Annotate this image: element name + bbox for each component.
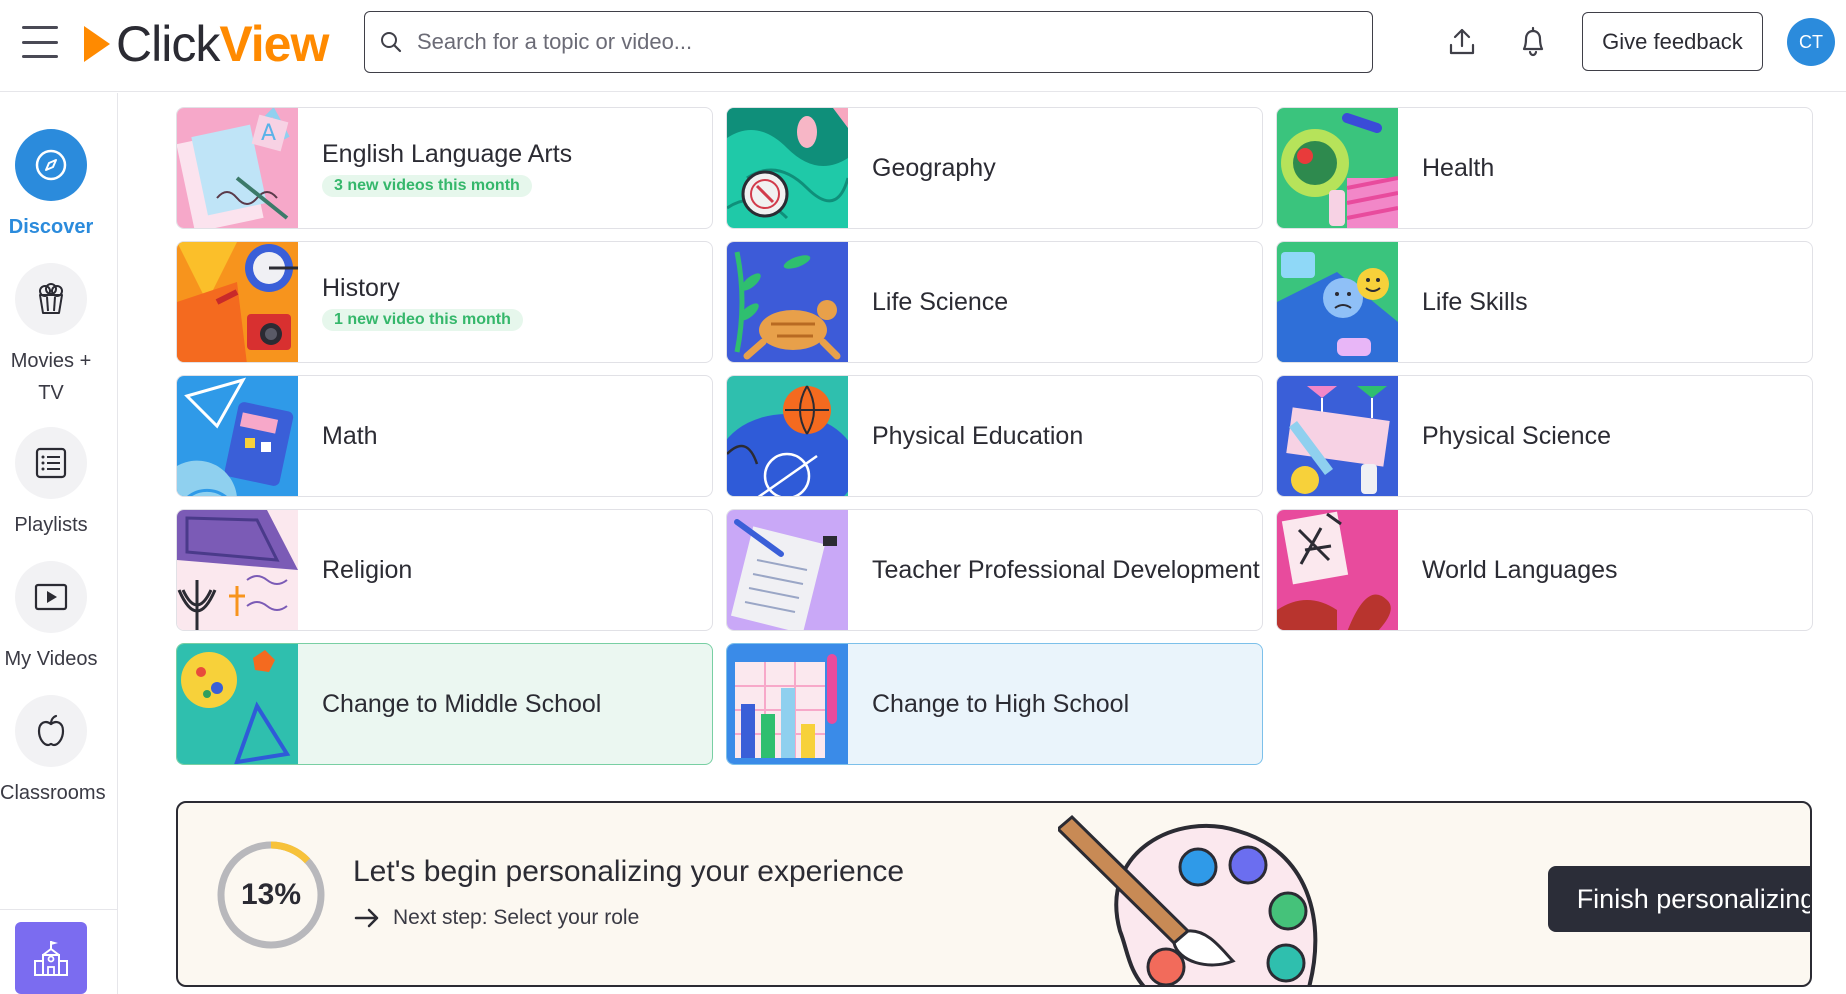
compass-icon bbox=[15, 129, 87, 201]
subject-title: Physical Science bbox=[1422, 422, 1611, 450]
religion-thumbnail bbox=[177, 510, 298, 630]
physical-education-thumbnail bbox=[727, 376, 857, 496]
change-to-high-school-card[interactable]: Change to High School bbox=[726, 643, 1263, 765]
sidebar-item-label: Discover bbox=[8, 216, 94, 238]
world-languages-thumbnail bbox=[1277, 510, 1398, 630]
list-icon bbox=[15, 427, 87, 499]
life-skills-thumbnail bbox=[1277, 242, 1398, 362]
subject-card-math[interactable]: Math bbox=[176, 375, 713, 497]
personalize-title: Let's begin personalizing your experienc… bbox=[353, 855, 905, 888]
history-thumbnail bbox=[177, 242, 298, 362]
subject-title: Religion bbox=[322, 556, 413, 584]
math-thumbnail bbox=[177, 376, 298, 496]
avatar[interactable]: CT bbox=[1787, 18, 1835, 66]
bell-icon[interactable] bbox=[1513, 22, 1553, 62]
search-bar[interactable] bbox=[364, 11, 1373, 73]
sidebar-item-label: Classrooms bbox=[0, 782, 106, 804]
change-to-middle-school-card[interactable]: Change to Middle School bbox=[176, 643, 713, 765]
menu-icon[interactable] bbox=[22, 26, 58, 58]
physical-science-thumbnail bbox=[1277, 376, 1398, 496]
subject-card-life-science[interactable]: Life Science bbox=[726, 241, 1263, 363]
subject-card-geography[interactable]: Geography bbox=[726, 107, 1263, 229]
sidebar-item-discover[interactable]: Discover bbox=[0, 129, 102, 243]
arrow-right-icon bbox=[354, 908, 379, 928]
subject-grid: A English Language Arts 3 new videos thi… bbox=[118, 93, 1846, 994]
subject-title: Health bbox=[1422, 154, 1495, 182]
english-thumbnail: A bbox=[177, 108, 298, 228]
sidebar-item-label: My Videos bbox=[4, 648, 98, 670]
subject-title: Physical Education bbox=[872, 422, 1084, 450]
upload-icon[interactable] bbox=[1442, 22, 1482, 62]
subject-title: Life Science bbox=[872, 288, 1009, 316]
subject-title: World Languages bbox=[1422, 556, 1618, 584]
sidebar-item-playlists[interactable]: Playlists bbox=[0, 427, 102, 541]
search-input[interactable] bbox=[417, 29, 1317, 55]
subject-card-history[interactable]: History 1 new video this month bbox=[176, 241, 713, 363]
sidebar: Discover Movies + TV Playlists My Videos… bbox=[0, 93, 118, 994]
teacher-pd-thumbnail bbox=[727, 510, 848, 630]
sidebar-item-classrooms[interactable]: Classrooms bbox=[0, 695, 106, 809]
sidebar-item-my-videos[interactable]: My Videos bbox=[0, 561, 102, 675]
personalize-banner: 13% Let's begin personalizing your exper… bbox=[176, 801, 1812, 987]
next-step[interactable]: Next step: Select your role bbox=[353, 906, 639, 930]
subject-card-teacher-professional-development[interactable]: Teacher Professional Development bbox=[726, 509, 1263, 631]
new-videos-badge: 3 new videos this month bbox=[322, 175, 532, 197]
subject-title: Math bbox=[322, 422, 378, 450]
new-videos-badge: 1 new video this month bbox=[322, 309, 523, 331]
subject-title: History bbox=[322, 274, 400, 302]
apple-icon bbox=[15, 695, 87, 767]
subject-title: Teacher Professional Development bbox=[872, 556, 1260, 584]
play-icon bbox=[15, 561, 87, 633]
svg-text:A: A bbox=[261, 121, 276, 146]
logo-text-click: Click bbox=[116, 16, 220, 72]
health-thumbnail bbox=[1277, 108, 1399, 228]
middle-school-thumbnail bbox=[177, 644, 298, 764]
life-science-thumbnail bbox=[727, 242, 848, 362]
subject-card-religion[interactable]: Religion bbox=[176, 509, 713, 631]
search-icon bbox=[381, 32, 402, 53]
give-feedback-button[interactable]: Give feedback bbox=[1582, 12, 1763, 71]
logo-text-view: View bbox=[219, 16, 329, 72]
subject-card-health[interactable]: Health bbox=[1276, 107, 1813, 229]
sidebar-item-label: Playlists bbox=[14, 514, 88, 536]
high-school-thumbnail bbox=[727, 644, 848, 764]
next-step-label: Next step: Select your role bbox=[393, 906, 640, 929]
change-card-title: Change to High School bbox=[872, 690, 1130, 718]
subject-card-world-languages[interactable]: World Languages bbox=[1276, 509, 1813, 631]
palette-icon bbox=[1058, 814, 1318, 985]
subject-title: Life Skills bbox=[1422, 288, 1528, 316]
sidebar-item-movies-tv[interactable]: Movies + TV bbox=[0, 263, 102, 409]
subject-card-physical-education[interactable]: Physical Education bbox=[726, 375, 1263, 497]
change-card-title: Change to Middle School bbox=[322, 690, 602, 718]
top-bar: ClickView Give feedback CT bbox=[0, 0, 1846, 92]
subject-card-physical-science[interactable]: Physical Science bbox=[1276, 375, 1813, 497]
popcorn-icon bbox=[15, 263, 87, 335]
finish-personalizing-button[interactable]: Finish personalizing bbox=[1548, 866, 1810, 932]
subject-title: English Language Arts bbox=[322, 140, 573, 168]
subject-card-english-language-arts[interactable]: A English Language Arts 3 new videos thi… bbox=[176, 107, 713, 229]
subject-card-life-skills[interactable]: Life Skills bbox=[1276, 241, 1813, 363]
subject-title: Geography bbox=[872, 154, 996, 182]
sidebar-item-label: Movies + TV bbox=[10, 350, 92, 404]
logo-play-icon bbox=[84, 26, 110, 62]
school-icon[interactable] bbox=[15, 922, 87, 994]
sidebar-divider bbox=[0, 909, 118, 910]
geography-thumbnail bbox=[727, 108, 850, 228]
clickview-logo[interactable]: Click View bbox=[84, 14, 329, 74]
progress-percent: 13% bbox=[240, 878, 302, 911]
